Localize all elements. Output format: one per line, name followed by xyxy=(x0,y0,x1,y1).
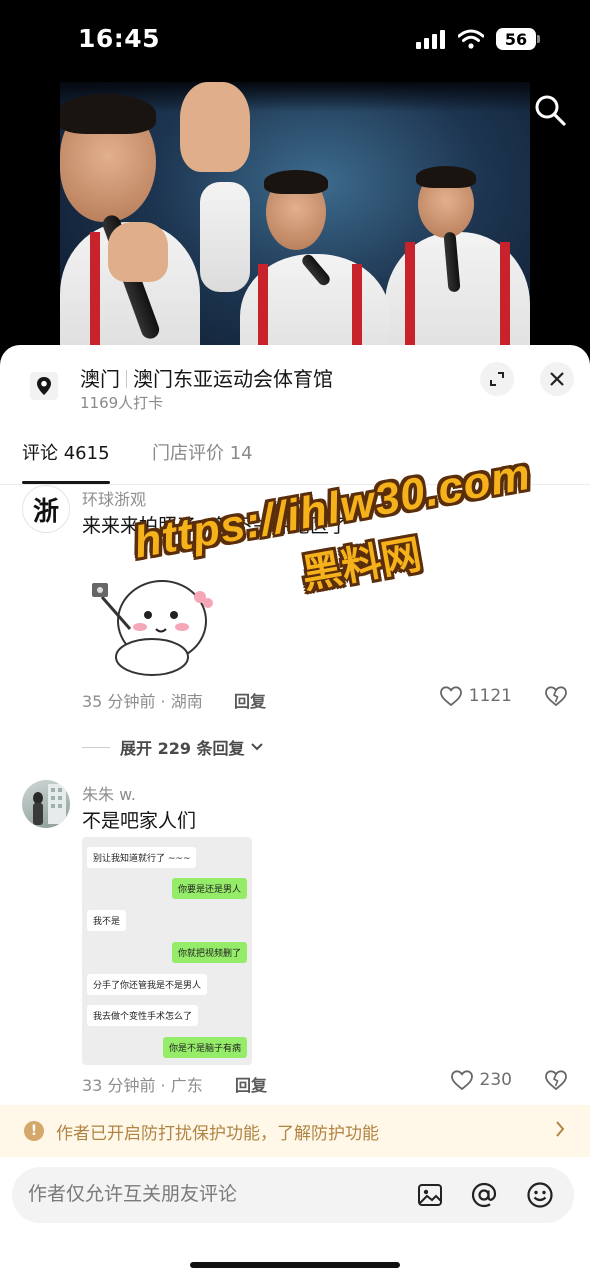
expand-replies-button[interactable]: 展开 229 条回复 xyxy=(82,735,265,759)
info-icon: ! xyxy=(24,1121,44,1141)
protection-notice[interactable]: ! 作者已开启防打扰保护功能，了解防护功能 xyxy=(0,1105,590,1157)
cellular-signal-icon xyxy=(416,30,445,49)
battery-indicator: 56 xyxy=(496,28,540,50)
expand-divider xyxy=(82,746,110,748)
expand-button[interactable] xyxy=(480,362,514,396)
location-venue: 澳门东亚运动会体育馆 xyxy=(133,367,333,391)
comment-text: 不是吧家人们 xyxy=(82,810,197,832)
smiley-icon xyxy=(527,1182,553,1208)
comment-username[interactable]: 环球浙观 xyxy=(82,486,146,510)
like-count: 230 xyxy=(479,1070,512,1090)
chat-message: 你就把视频删了 xyxy=(171,942,247,963)
status-icons: 56 xyxy=(416,28,540,50)
active-tab-indicator xyxy=(22,481,110,484)
comment-input[interactable] xyxy=(28,1167,408,1223)
close-button[interactable] xyxy=(540,362,574,396)
like-count: 1121 xyxy=(468,686,512,706)
title-separator xyxy=(126,370,127,388)
chat-message: 分手了你还管我是不是男人 xyxy=(87,974,208,995)
sticker-image[interactable] xyxy=(82,557,220,677)
home-indicator[interactable] xyxy=(190,1262,400,1268)
image-picker-button[interactable] xyxy=(416,1181,444,1209)
broken-heart-icon xyxy=(545,686,567,707)
tab-comments[interactable]: 评论 4615 xyxy=(22,439,110,465)
image-icon xyxy=(418,1184,442,1206)
chat-message: 你要是还是男人 xyxy=(171,878,247,899)
comment-sheet: 澳门 澳门东亚运动会体育馆 1169人打卡 评论 4615 门店评价 14 浙 环… xyxy=(0,345,590,1280)
chevron-down-icon xyxy=(250,743,263,751)
location-city: 澳门 xyxy=(80,367,120,391)
reply-button[interactable]: 回复 xyxy=(235,1072,267,1096)
video-frame[interactable] xyxy=(60,82,530,370)
expand-icon xyxy=(490,372,504,386)
comment-text: 来来来拍照了，等下关评论区了 xyxy=(82,515,349,537)
wifi-icon xyxy=(458,29,484,49)
chat-message: 别让我知道就行了 ~~~ xyxy=(87,847,197,868)
broken-heart-icon xyxy=(545,1070,567,1091)
search-icon xyxy=(535,95,566,126)
checkin-count: 1169人打卡 xyxy=(80,394,164,412)
expand-replies-label: 展开 229 条回复 xyxy=(120,739,245,758)
like-button[interactable]: 230 xyxy=(450,1069,512,1091)
status-time: 16:45 xyxy=(78,24,161,53)
emoji-button[interactable] xyxy=(526,1181,554,1209)
waving-hand xyxy=(180,82,250,172)
at-icon xyxy=(471,1182,497,1208)
comment-input-bar xyxy=(12,1167,574,1223)
avatar-logo: 浙 xyxy=(32,496,59,527)
avatar[interactable] xyxy=(22,780,70,828)
chat-message: 你是不是脑子有病 xyxy=(162,1037,247,1058)
battery-tip xyxy=(537,35,540,43)
tab-store-reviews[interactable]: 门店评价 14 xyxy=(152,439,253,465)
status-bar: 16:45 56 xyxy=(0,0,590,80)
heart-icon xyxy=(450,1070,473,1091)
raised-arm xyxy=(200,182,250,292)
location-title[interactable]: 澳门 澳门东亚运动会体育馆 xyxy=(80,363,333,392)
dislike-button[interactable] xyxy=(544,685,568,709)
comment-tabs: 评论 4615 门店评价 14 xyxy=(0,433,590,485)
comment-time-location: 33 分钟前 · 广东 xyxy=(82,1076,203,1095)
mention-button[interactable] xyxy=(470,1181,498,1209)
dislike-button[interactable] xyxy=(544,1069,568,1093)
heart-icon xyxy=(439,686,462,707)
close-icon xyxy=(550,372,564,386)
reply-button[interactable]: 回复 xyxy=(234,688,266,712)
chat-message: 我不是 xyxy=(87,910,127,931)
chevron-right-icon xyxy=(554,1119,566,1144)
chat-screenshot-image[interactable]: 别让我知道就行了 ~~~ 你要是还是男人 我不是 你就把视频删了 分手了你还管我… xyxy=(82,837,252,1065)
video-player[interactable] xyxy=(0,80,590,370)
notice-text: 作者已开启防打扰保护功能，了解防护功能 xyxy=(56,1124,379,1144)
location-pin-icon xyxy=(30,372,58,400)
like-button[interactable]: 1121 xyxy=(439,685,512,707)
search-button[interactable] xyxy=(532,92,568,128)
comment-time-location: 35 分钟前 · 湖南 xyxy=(82,692,203,711)
battery-level: 56 xyxy=(496,28,536,50)
comment-username[interactable]: 朱朱 w. xyxy=(82,781,136,805)
avatar[interactable]: 浙 xyxy=(22,485,70,533)
chat-message: 我去做个变性手术怎么了 xyxy=(87,1005,199,1026)
